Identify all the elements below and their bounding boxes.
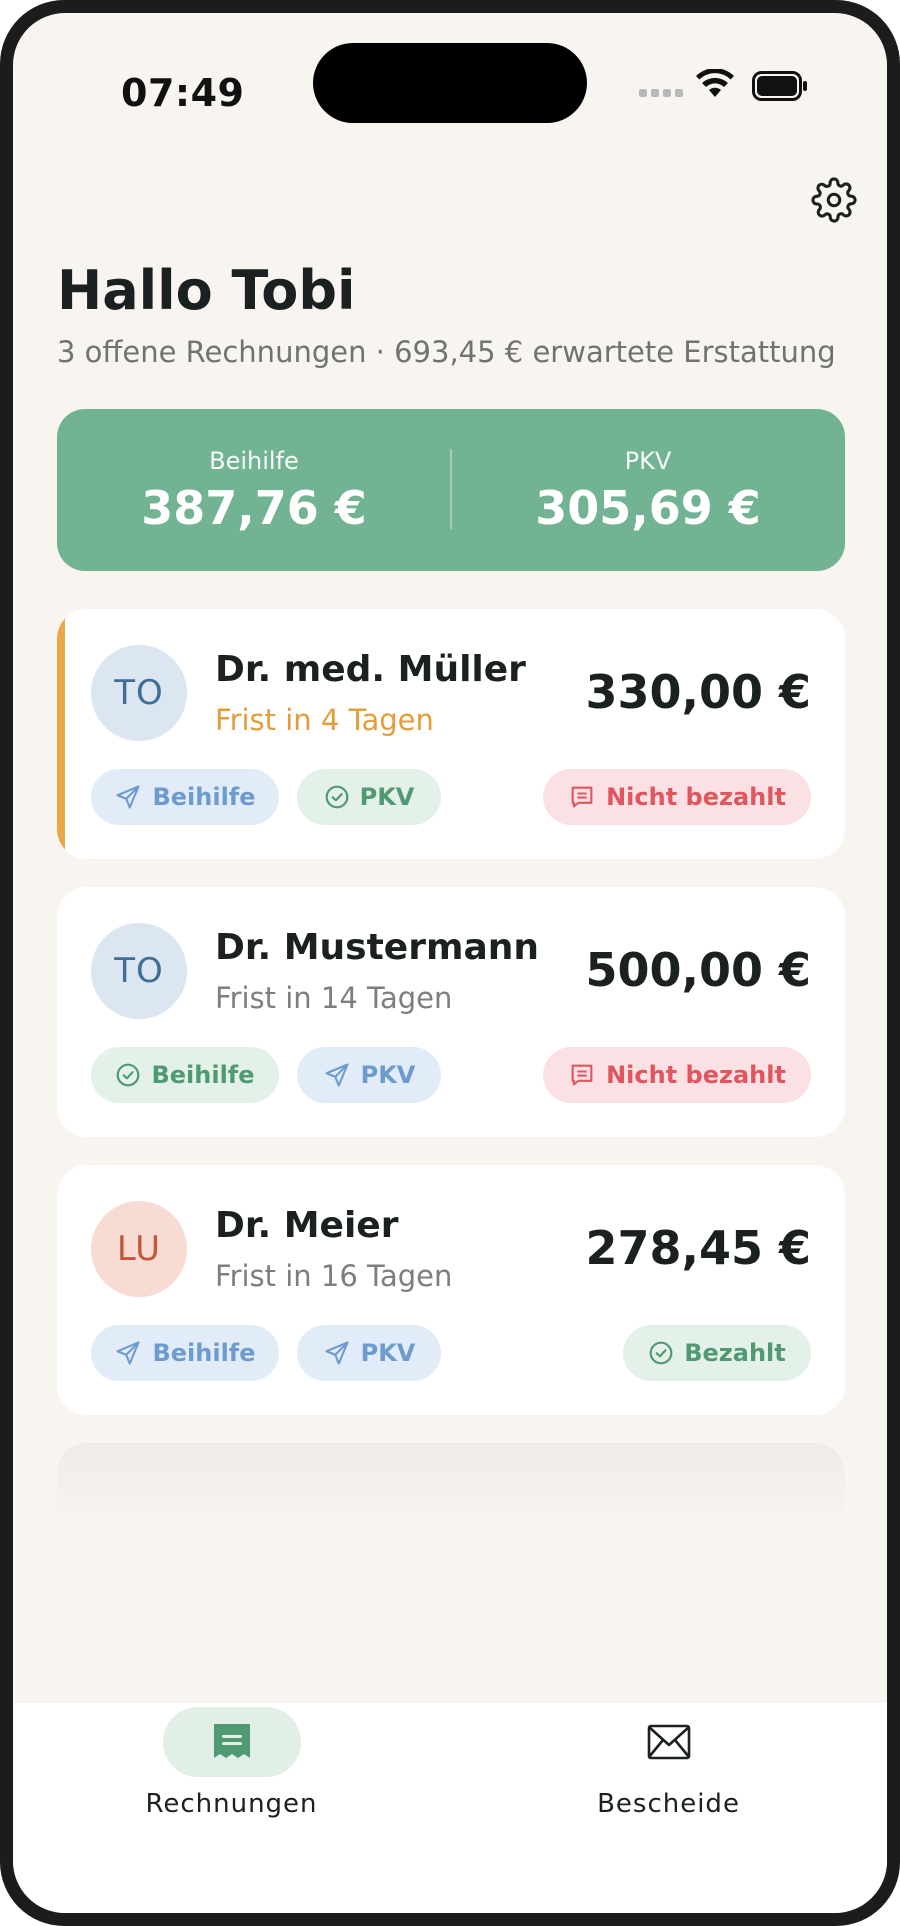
tab-label: Rechnungen: [145, 1789, 318, 1819]
avatar: TO: [91, 645, 187, 741]
badge-label: Beihilfe: [152, 1339, 256, 1367]
pkv-status-badge[interactable]: PKV: [297, 1047, 441, 1103]
invoice-card[interactable]: TO Dr. med. Müller Frist in 4 Tagen 330,…: [57, 609, 845, 859]
payment-status-badge[interactable]: Bezahlt: [623, 1325, 811, 1381]
invoice-icon: [213, 1724, 250, 1758]
payment-status-badge[interactable]: Nicht bezahlt: [543, 1047, 811, 1103]
tab-bescheide[interactable]: Bescheide: [450, 1703, 887, 1913]
doctor-name: Dr. Mustermann: [215, 927, 540, 968]
pkv-total-value: 305,69 €: [535, 481, 761, 535]
doctor-name: Dr. Meier: [215, 1205, 399, 1246]
tab-label: Bescheide: [597, 1789, 740, 1819]
check-circle-icon: [117, 1063, 140, 1087]
payment-status-badge[interactable]: Nicht bezahlt: [543, 769, 811, 825]
tab-icon-wrap: [600, 1707, 738, 1777]
gear-icon[interactable]: [811, 177, 857, 223]
badge-label: PKV: [360, 1339, 416, 1367]
receipt-icon: [571, 786, 593, 808]
app-screen: 07:49 Hallo Tobi 3 offene Rechnungen · 6…: [13, 13, 887, 1913]
urgency-accent-bar: [57, 609, 65, 859]
avatar: LU: [91, 1201, 187, 1297]
summary-text: 3 offene Rechnungen · 693,45 € erwartete…: [57, 335, 836, 369]
cellular-signal-icon: [639, 89, 683, 97]
invoice-amount: 330,00 €: [585, 665, 811, 719]
beihilfe-total-value: 387,76 €: [141, 481, 367, 535]
invoice-amount: 278,45 €: [585, 1221, 811, 1275]
badge-label: Nicht bezahlt: [606, 1061, 786, 1089]
page-title: Hallo Tobi: [57, 259, 356, 322]
badge-label: Beihilfe: [152, 783, 256, 811]
invoice-card[interactable]: LU Dr. Meier Frist in 16 Tagen 278,45 € …: [57, 1165, 845, 1415]
pkv-status-badge[interactable]: PKV: [297, 1325, 441, 1381]
badge-label: PKV: [360, 1061, 416, 1089]
invoice-card[interactable]: TO Dr. Mustermann Frist in 14 Tagen 500,…: [57, 887, 845, 1137]
beihilfe-total: Beihilfe 387,76 €: [57, 409, 451, 571]
badge-label: Beihilfe: [151, 1061, 255, 1089]
beihilfe-total-label: Beihilfe: [209, 447, 299, 475]
avatar: TO: [91, 923, 187, 1019]
badge-label: PKV: [359, 783, 415, 811]
paper-plane-icon: [116, 1341, 141, 1365]
status-time: 07:49: [121, 71, 245, 115]
invoice-card-partial: [57, 1443, 845, 1523]
deadline-text: Frist in 14 Tagen: [215, 981, 453, 1015]
refund-totals-card: Beihilfe 387,76 € PKV 305,69 €: [57, 409, 845, 571]
check-circle-icon: [649, 1341, 673, 1365]
badge-label: Bezahlt: [684, 1339, 786, 1367]
envelope-icon: [647, 1724, 690, 1760]
paper-plane-icon: [325, 1341, 349, 1365]
battery-icon: [752, 71, 807, 101]
pkv-total: PKV 305,69 €: [451, 409, 845, 571]
invoice-amount: 500,00 €: [585, 943, 811, 997]
paper-plane-icon: [116, 785, 141, 809]
tab-rechnungen[interactable]: Rechnungen: [13, 1703, 450, 1913]
receipt-icon: [571, 1064, 593, 1086]
deadline-text: Frist in 16 Tagen: [215, 1259, 453, 1293]
pkv-total-label: PKV: [624, 447, 672, 475]
badge-label: Nicht bezahlt: [606, 783, 786, 811]
beihilfe-status-badge[interactable]: Beihilfe: [91, 769, 279, 825]
device-frame: 07:49 Hallo Tobi 3 offene Rechnungen · 6…: [0, 0, 900, 1926]
wifi-icon: [696, 69, 734, 97]
dynamic-island: [313, 43, 587, 123]
deadline-text: Frist in 4 Tagen: [215, 703, 434, 737]
tab-icon-highlight: [162, 1707, 301, 1777]
check-circle-icon: [325, 785, 348, 809]
pkv-status-badge[interactable]: PKV: [297, 769, 441, 825]
beihilfe-status-badge[interactable]: Beihilfe: [91, 1047, 279, 1103]
paper-plane-icon: [325, 1063, 349, 1087]
bottom-tab-bar: Rechnungen Bescheide: [13, 1703, 887, 1913]
beihilfe-status-badge[interactable]: Beihilfe: [91, 1325, 279, 1381]
doctor-name: Dr. med. Müller: [215, 649, 526, 690]
